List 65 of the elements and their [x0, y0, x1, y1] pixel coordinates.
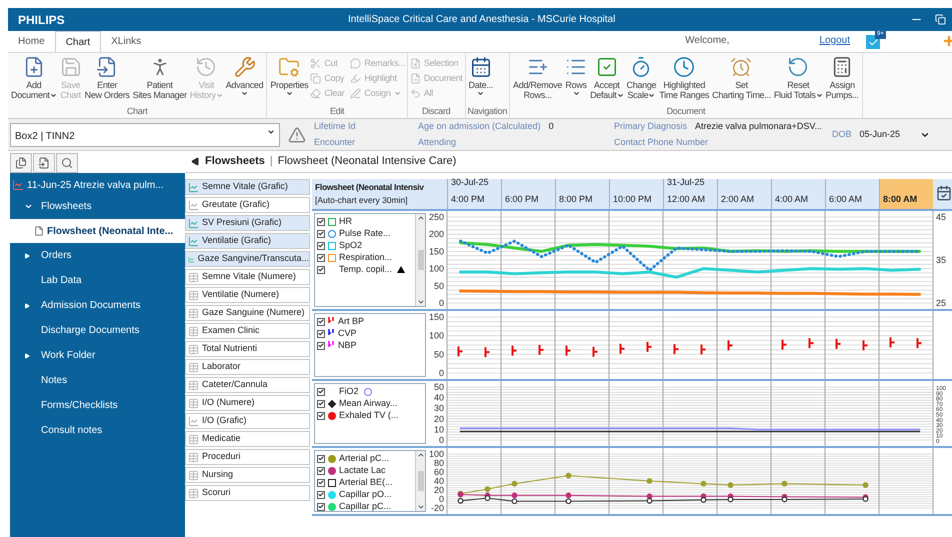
axis-label: 25 [936, 298, 946, 308]
group-label: Chart [126, 105, 149, 117]
axis-label: 0 [438, 298, 444, 308]
axis-label: 250 [428, 212, 444, 222]
sidebar-header: 11-Jun-25 Atrezie valva pulm... [27, 178, 164, 192]
axis-label: 45 [936, 212, 946, 222]
field-value: Atrezie valva pulmonara+DSV... [695, 120, 822, 133]
field-label: Contact Phone Number [614, 136, 708, 148]
axis-label: -20 [430, 503, 444, 513]
axis-label: 0 [438, 435, 444, 445]
legend-label: Respiration... [339, 250, 392, 264]
legend-label: NBP [338, 338, 357, 352]
legend-label: SpO2 [339, 238, 362, 252]
axis-label: 50 [434, 382, 444, 392]
legend-label: Exhaled TV (... [339, 408, 398, 422]
legend-label: Art BP [338, 314, 364, 328]
group-label: Navigation [468, 105, 508, 117]
axis-label: 200 [428, 229, 444, 240]
legend-label: FiO2 [339, 384, 359, 398]
axis-label: 100 [428, 264, 444, 274]
flowsheet-title: Flowsheet (Neonatal Intensiv [315, 181, 425, 194]
axis-label: 10 [434, 424, 444, 434]
axis-label: 50 [434, 280, 444, 291]
axis-label: 80 [434, 458, 444, 468]
axis-label: 0 [438, 368, 444, 378]
field-value: 05-Jun-25 [860, 128, 900, 141]
legend-label: Lactate Lac [339, 464, 386, 477]
axis-label: 100 [428, 330, 444, 341]
axis-label: 100 [428, 449, 444, 459]
group-label: Discard [420, 105, 452, 117]
field-label: DOB [832, 128, 852, 141]
legend-label: Mean Airway... [339, 396, 398, 410]
axis-label: 60 [434, 467, 444, 477]
field-label: Age on admission (Calculated) [418, 120, 541, 133]
axis-label: 40 [434, 392, 444, 403]
legend-label: Arterial BE(... [339, 476, 393, 489]
window-title: IntelliSpace Critical Care and Anesthesia - MSCurie Hospital [348, 13, 616, 27]
welcome-text: Welcome, [685, 34, 730, 48]
legend-label: Pulse Rate... [339, 226, 391, 240]
brand-logo: PHILIPS [18, 12, 66, 28]
group-label: Edit [328, 105, 346, 117]
axis-label: 35 [936, 255, 946, 265]
breadcrumb-separator: | [270, 154, 273, 170]
flowsheet-subtitle: [Auto-chart every 30min] [315, 194, 409, 207]
axis-label: 40 [434, 476, 444, 486]
field-label: Encounter [314, 136, 356, 148]
axis-label: 50 [434, 349, 444, 360]
axis-label: 20 [434, 414, 444, 424]
axis-label: 0 [438, 494, 444, 504]
legend-label: HR [339, 214, 352, 228]
legend-label: Arterial pC... [339, 452, 390, 465]
legend-label: CVP [338, 326, 357, 340]
group-label: Document [666, 105, 706, 117]
field-value: 0 [548, 120, 554, 133]
legend-label: Capillar pO... [339, 488, 392, 501]
axis-label: 150 [428, 246, 444, 256]
field-label: Primary Diagnosis [614, 120, 688, 133]
axis-label: 30 [434, 403, 444, 414]
field-label: Lifetime Id [314, 120, 356, 133]
legend-label: Temp. copil... [339, 262, 392, 276]
axis-label: 150 [428, 312, 444, 322]
legend-label: Capillar pC... [339, 500, 392, 513]
breadcrumb-page: Flowsheet (Neonatal Intensive Care) [278, 154, 456, 170]
axis-label: 20 [434, 485, 444, 495]
field-label: Attending [418, 136, 456, 149]
